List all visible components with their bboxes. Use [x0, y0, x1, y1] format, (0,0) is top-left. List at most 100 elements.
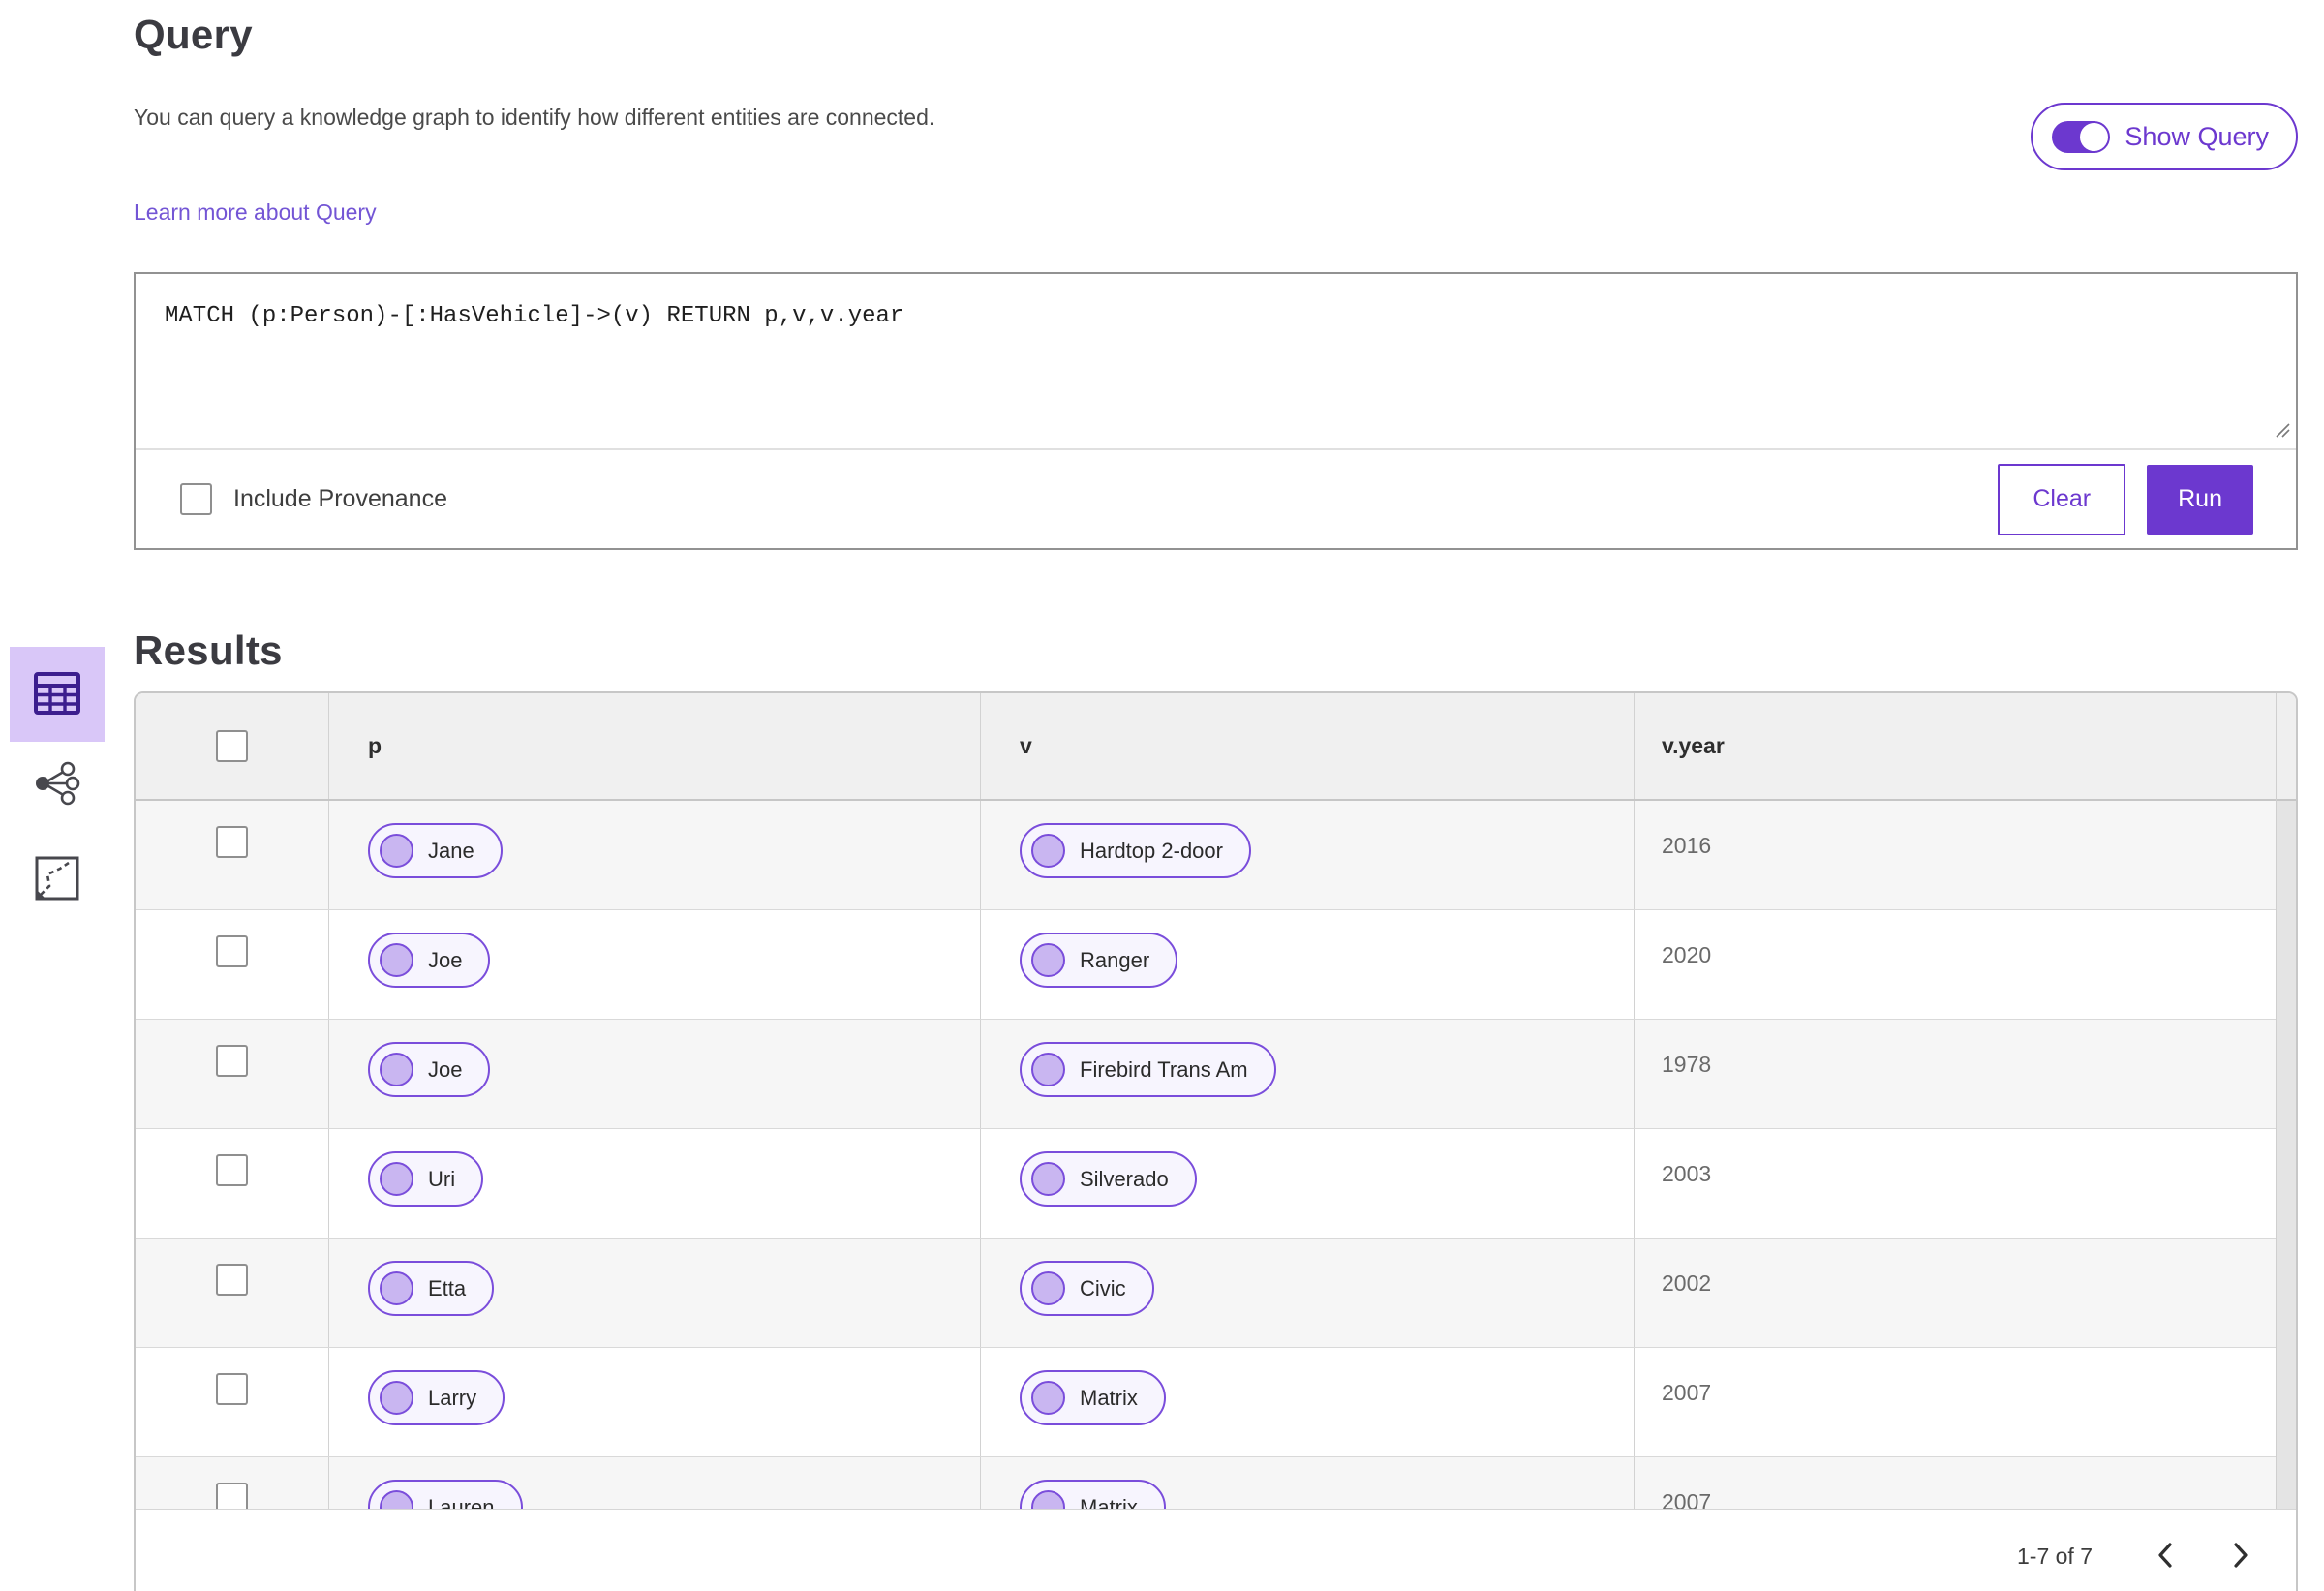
- scrollbar-thumb[interactable]: [2277, 801, 2296, 1509]
- map-view-icon: [34, 855, 80, 904]
- clear-button[interactable]: Clear: [1998, 463, 2126, 535]
- person-node-pill[interactable]: Jane: [368, 823, 503, 878]
- node-icon: [1031, 943, 1065, 977]
- table-body: Jane Hardtop 2-door 2016 Joe Ranger 2020…: [136, 801, 2296, 1509]
- pill-label: Lauren: [428, 1494, 495, 1510]
- results-view-switcher: [10, 647, 105, 908]
- pill-label: Ranger: [1080, 947, 1150, 972]
- node-icon: [380, 834, 413, 868]
- select-all-checkbox[interactable]: [216, 730, 248, 762]
- next-page-button[interactable]: [2218, 1534, 2263, 1578]
- row-checkbox[interactable]: [216, 826, 248, 858]
- table-row: Jane Hardtop 2-door 2016: [136, 801, 2296, 910]
- pill-label: Hardtop 2-door: [1080, 838, 1223, 863]
- year-cell: 2002: [1634, 1239, 2296, 1347]
- node-icon: [1031, 1381, 1065, 1415]
- person-node-pill[interactable]: Uri: [368, 1151, 484, 1207]
- resize-handle-icon[interactable]: [2274, 421, 2291, 444]
- year-cell: 2020: [1634, 910, 2296, 1019]
- learn-more-link[interactable]: Learn more about Query: [134, 199, 377, 226]
- node-icon: [380, 1381, 413, 1415]
- node-icon: [380, 1490, 413, 1509]
- table-view-button[interactable]: [10, 647, 105, 742]
- previous-page-button[interactable]: [2143, 1534, 2187, 1578]
- pill-label: Uri: [428, 1166, 456, 1191]
- year-cell: 2007: [1634, 1457, 2296, 1509]
- toggle-switch-icon[interactable]: [2052, 120, 2111, 153]
- pagination-range-label: 1-7 of 7: [2017, 1543, 2093, 1569]
- vehicle-node-pill[interactable]: Matrix: [1020, 1370, 1166, 1425]
- row-checkbox[interactable]: [216, 1483, 248, 1509]
- table-row: Joe Firebird Trans Am 1978: [136, 1020, 2296, 1129]
- person-node-pill[interactable]: Larry: [368, 1370, 505, 1425]
- include-provenance-checkbox[interactable]: [180, 483, 212, 515]
- table-row: Joe Ranger 2020: [136, 910, 2296, 1020]
- pill-label: Matrix: [1080, 1385, 1138, 1410]
- person-node-pill[interactable]: Lauren: [368, 1480, 523, 1509]
- pill-label: Joe: [428, 1056, 463, 1082]
- node-icon: [1031, 1271, 1065, 1305]
- vehicle-node-pill[interactable]: Ranger: [1020, 933, 1178, 988]
- column-header-v[interactable]: v: [980, 693, 1634, 799]
- pill-label: Joe: [428, 947, 463, 972]
- results-table-card: p v v.year Jane Hardtop 2-door 2016 Joe …: [134, 691, 2298, 1591]
- chevron-left-icon: [2154, 1541, 2177, 1573]
- pill-label: Civic: [1080, 1275, 1126, 1300]
- node-icon: [1031, 1162, 1065, 1196]
- show-query-toggle[interactable]: Show Query: [2031, 103, 2298, 170]
- node-icon: [380, 1271, 413, 1305]
- person-node-pill[interactable]: Joe: [368, 933, 491, 988]
- graph-view-button[interactable]: [28, 755, 86, 813]
- table-row: Lauren Matrix 2007: [136, 1457, 2296, 1509]
- row-checkbox[interactable]: [216, 1045, 248, 1077]
- row-checkbox[interactable]: [216, 1264, 248, 1296]
- year-cell: 2003: [1634, 1129, 2296, 1238]
- vehicle-node-pill[interactable]: Firebird Trans Am: [1020, 1042, 1276, 1097]
- table-row: Larry Matrix 2007: [136, 1348, 2296, 1457]
- column-header-p[interactable]: p: [328, 693, 980, 799]
- results-section-title: Results: [134, 627, 283, 673]
- pill-label: Etta: [428, 1275, 467, 1300]
- vehicle-node-pill[interactable]: Civic: [1020, 1261, 1154, 1316]
- node-icon: [1031, 1053, 1065, 1086]
- person-node-pill[interactable]: Joe: [368, 1042, 491, 1097]
- pill-label: Silverado: [1080, 1166, 1169, 1191]
- table-row: Etta Civic 2002: [136, 1239, 2296, 1348]
- row-checkbox[interactable]: [216, 1373, 248, 1405]
- person-node-pill[interactable]: Etta: [368, 1261, 495, 1316]
- node-icon: [380, 1162, 413, 1196]
- run-button[interactable]: Run: [2147, 464, 2253, 535]
- year-cell: 2016: [1634, 801, 2296, 909]
- query-description: You can query a knowledge graph to ident…: [134, 105, 935, 130]
- query-editor-box: MATCH (p:Person)-[:HasVehicle]->(v) RETU…: [134, 272, 2298, 550]
- table-row: Uri Silverado 2003: [136, 1129, 2296, 1239]
- node-icon: [380, 1053, 413, 1086]
- query-section-title: Query: [134, 12, 253, 57]
- column-header-vyear[interactable]: v.year: [1634, 693, 2296, 799]
- graph-view-icon: [32, 760, 82, 810]
- node-icon: [1031, 1490, 1065, 1509]
- pill-label: Jane: [428, 838, 474, 863]
- map-view-button[interactable]: [28, 850, 86, 908]
- chevron-right-icon: [2229, 1541, 2252, 1573]
- vehicle-node-pill[interactable]: Matrix: [1020, 1480, 1166, 1509]
- query-page: Query You can query a knowledge graph to…: [0, 0, 2324, 1591]
- table-scrollbar[interactable]: [2276, 693, 2296, 1509]
- include-provenance-label: Include Provenance: [233, 485, 447, 512]
- pill-label: Matrix: [1080, 1494, 1138, 1510]
- row-checkbox[interactable]: [216, 1154, 248, 1186]
- row-checkbox[interactable]: [216, 935, 248, 967]
- pill-label: Firebird Trans Am: [1080, 1056, 1248, 1082]
- vehicle-node-pill[interactable]: Silverado: [1020, 1151, 1197, 1207]
- pill-label: Larry: [428, 1385, 477, 1410]
- table-view-icon: [33, 671, 81, 719]
- node-icon: [380, 943, 413, 977]
- node-icon: [1031, 834, 1065, 868]
- show-query-label: Show Query: [2125, 121, 2269, 151]
- table-header-row: p v v.year: [136, 693, 2296, 801]
- year-cell: 1978: [1634, 1020, 2296, 1128]
- query-input[interactable]: MATCH (p:Person)-[:HasVehicle]->(v) RETU…: [136, 274, 2296, 448]
- year-cell: 2007: [1634, 1348, 2296, 1456]
- table-pagination-bar: 1-7 of 7: [136, 1509, 2296, 1591]
- vehicle-node-pill[interactable]: Hardtop 2-door: [1020, 823, 1251, 878]
